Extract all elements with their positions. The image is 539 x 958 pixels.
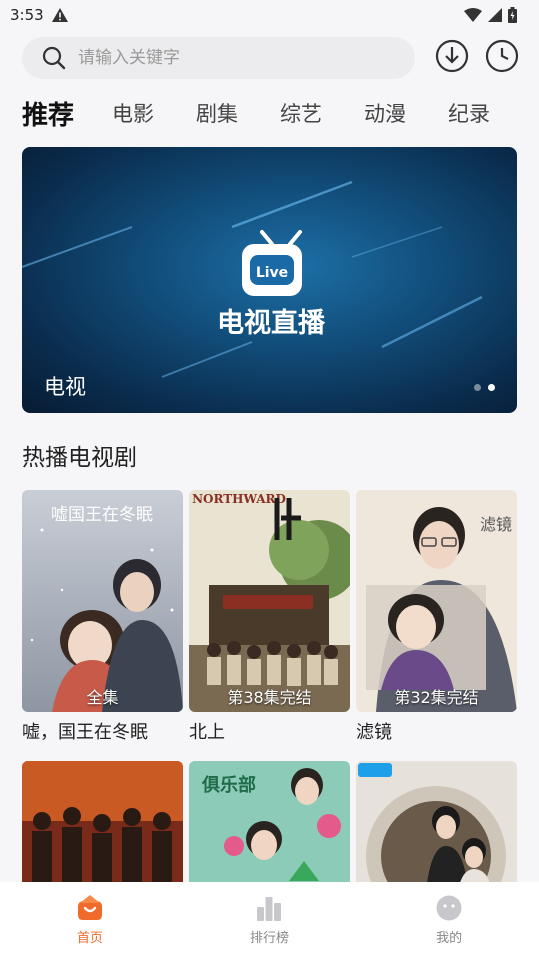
episode-badge: 全集	[86, 688, 119, 707]
poster-image: 滤镜	[356, 490, 517, 712]
tab-anime[interactable]: 动漫	[364, 98, 406, 128]
banner-live-label: Live	[256, 265, 288, 281]
tab-movie[interactable]: 电影	[112, 98, 154, 128]
pagination-dot	[474, 384, 481, 391]
show-card-2[interactable]: NORTHWARD 第38集完结	[189, 490, 350, 712]
poster-image: 嘘国王在冬眠	[22, 490, 183, 712]
history-icon[interactable]	[485, 39, 519, 73]
tab-recommend[interactable]: 推荐	[22, 95, 74, 132]
search-input[interactable]	[78, 48, 378, 68]
nav-profile-label: 我的	[436, 930, 463, 946]
show-title-2[interactable]: 北上	[189, 718, 225, 744]
poster-image: NORTHWARD	[189, 490, 350, 712]
search-box[interactable]	[22, 37, 415, 79]
episode-badge: 第38集完结	[227, 688, 312, 707]
status-bar: 3:53	[0, 0, 539, 30]
nav-home[interactable]: 首页	[30, 894, 150, 946]
banner-pagination	[474, 384, 495, 391]
banner-image-text: 电视直播	[217, 308, 326, 339]
battery-icon	[508, 7, 517, 23]
nav-profile[interactable]: 我的	[389, 895, 509, 946]
category-tabs: 推荐 电影 剧集 综艺 动漫 纪录	[22, 93, 539, 133]
warning-icon	[51, 8, 68, 22]
wifi-icon	[464, 8, 482, 22]
episode-badge: 第32集完结	[394, 688, 479, 707]
nav-home-label: 首页	[76, 930, 103, 946]
tab-documentary[interactable]: 纪录	[448, 98, 490, 128]
search-row	[22, 36, 520, 80]
profile-icon	[436, 895, 462, 920]
home-icon	[77, 894, 102, 920]
poster-1-text: 嘘国王在冬眠	[51, 505, 153, 525]
signal-icon	[488, 8, 502, 22]
banner-caption: 电视	[44, 375, 86, 399]
pagination-dot-active	[488, 384, 495, 391]
show-card-3[interactable]: 滤镜 第32集完结	[356, 490, 517, 712]
banner-image: Live 电视直播	[22, 180, 483, 378]
tab-variety[interactable]: 综艺	[280, 98, 322, 128]
show-card-1[interactable]: 嘘国王在冬眠 全集	[22, 490, 183, 712]
poster-5-text: 俱乐部	[201, 774, 256, 796]
poster-3-text: 滤镜	[480, 515, 512, 534]
tab-series[interactable]: 剧集	[196, 98, 238, 128]
section-title: 热播电视剧	[22, 445, 137, 471]
bottom-nav: 首页 排行榜 我的	[0, 882, 539, 958]
poster-2-text: NORTHWARD	[192, 492, 286, 506]
nav-ranking[interactable]: 排行榜	[209, 895, 329, 946]
search-icon	[42, 46, 66, 70]
banner-carousel[interactable]: Live 电视直播 电视	[22, 147, 517, 413]
show-title-1[interactable]: 嘘，国王在冬眠	[22, 718, 148, 744]
download-icon[interactable]	[435, 39, 469, 73]
status-time: 3:53	[10, 6, 44, 24]
show-title-3[interactable]: 滤镜	[356, 718, 392, 744]
nav-ranking-label: 排行榜	[249, 930, 289, 946]
ranking-icon	[257, 896, 282, 921]
